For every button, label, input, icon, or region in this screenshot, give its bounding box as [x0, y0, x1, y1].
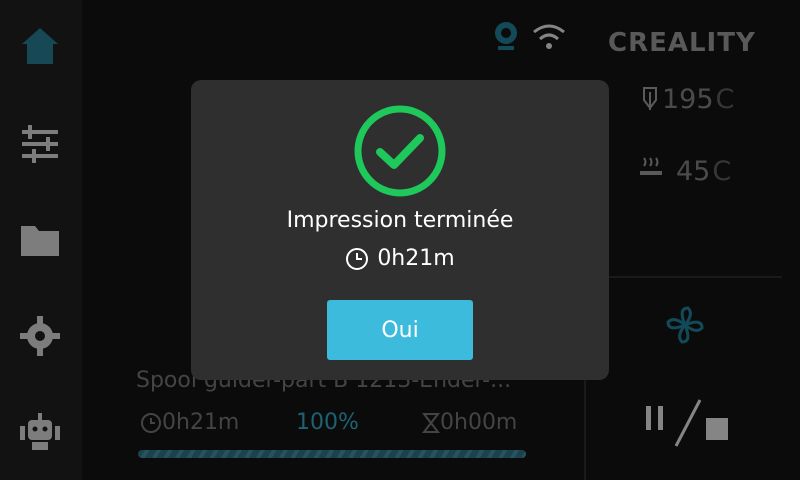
dialog-title: Impression terminée [286, 208, 514, 233]
hourglass-icon [422, 412, 440, 433]
remaining-value: 0h00m [440, 410, 518, 435]
check-circle-icon [354, 105, 446, 197]
bed-heat-icon [640, 157, 662, 175]
temp-unit: C [715, 84, 735, 115]
elapsed-value: 0h21m [162, 410, 240, 435]
pause-stop-control[interactable] [642, 396, 738, 450]
elapsed-time: 0h21m [140, 410, 239, 435]
dialog-duration-value: 0h21m [377, 246, 455, 271]
home-icon[interactable] [18, 24, 62, 68]
gear-icon[interactable] [18, 314, 62, 358]
brand-logo: CREALITY [608, 28, 756, 58]
remaining-time: 0h00m [422, 410, 517, 435]
nozzle-icon [643, 87, 657, 110]
dialog-duration: 0h21m [191, 246, 609, 271]
fan-icon[interactable] [664, 304, 706, 346]
print-complete-dialog: Impression terminée 0h21m Oui [191, 80, 609, 380]
progress-percent: 100% [296, 410, 359, 435]
print-progress-bar [138, 450, 526, 458]
robot-icon[interactable] [18, 410, 62, 454]
sidebar [0, 0, 82, 480]
printer-screen: CREALITY 195C 45C Spool guider-part B 12… [0, 0, 800, 480]
bed-temp: 45C [676, 156, 731, 187]
clock-icon [346, 247, 369, 270]
camera-icon[interactable] [492, 20, 520, 52]
folder-icon[interactable] [18, 218, 62, 262]
bed-temp-value: 45 [676, 156, 711, 187]
nozzle-temp: 195C [662, 84, 734, 115]
divider [598, 276, 782, 278]
nozzle-temp-value: 195 [662, 84, 714, 115]
confirm-button[interactable]: Oui [327, 300, 473, 360]
wifi-icon [533, 24, 565, 49]
temp-unit: C [712, 156, 732, 187]
clock-icon [141, 412, 161, 433]
sliders-icon[interactable] [18, 122, 62, 166]
